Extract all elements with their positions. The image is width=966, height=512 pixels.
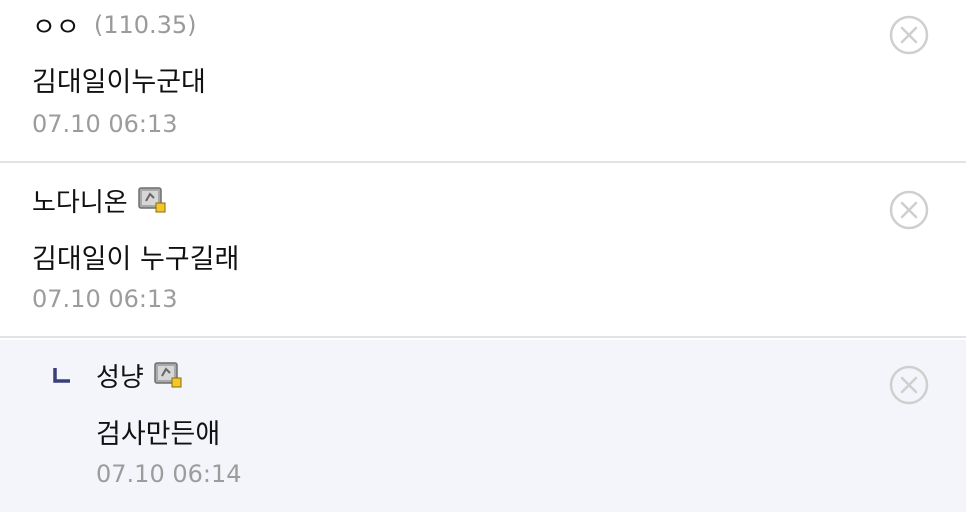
comment-date: 07.10 06:13 <box>32 285 178 313</box>
comment-item: 노다니온 김대일이 누구길래 07.10 06:13 <box>0 165 966 338</box>
comment-author[interactable]: 성냥 <box>96 357 144 394</box>
comment-text: 검사만든애 <box>96 419 221 450</box>
delete-comment-button[interactable] <box>889 365 929 405</box>
comment-author[interactable]: 노다니온 <box>32 182 128 219</box>
comment-author-line: 노다니온 <box>32 182 166 219</box>
close-circle-icon <box>889 15 929 55</box>
comment-ip: (110.35) <box>93 11 197 39</box>
comment-text: 김대일이누군대 <box>32 67 206 98</box>
reply-comment-item: 성냥 검사만든애 07.10 06:14 <box>0 340 966 512</box>
close-circle-icon <box>889 190 929 230</box>
close-circle-icon <box>889 365 929 405</box>
comment-author[interactable]: ㅇㅇ <box>32 7 80 44</box>
comment-author-line: 성냥 <box>96 357 182 394</box>
comment-text: 김대일이 누구길래 <box>32 244 240 275</box>
comment-date: 07.10 06:14 <box>96 460 242 488</box>
delete-comment-button[interactable] <box>889 190 929 230</box>
fixed-nick-icon <box>154 361 182 389</box>
delete-comment-button[interactable] <box>889 15 929 55</box>
comment-item: ㅇㅇ (110.35) 김대일이누군대 07.10 06:13 <box>0 0 966 163</box>
comment-date: 07.10 06:13 <box>32 110 178 138</box>
comment-author-line: ㅇㅇ (110.35) <box>32 7 197 44</box>
fixed-nick-icon <box>137 186 166 214</box>
comment-list: ㅇㅇ (110.35) 김대일이누군대 07.10 06:13 노다니온 김대일… <box>0 0 966 512</box>
reply-arrow-icon <box>52 366 72 386</box>
